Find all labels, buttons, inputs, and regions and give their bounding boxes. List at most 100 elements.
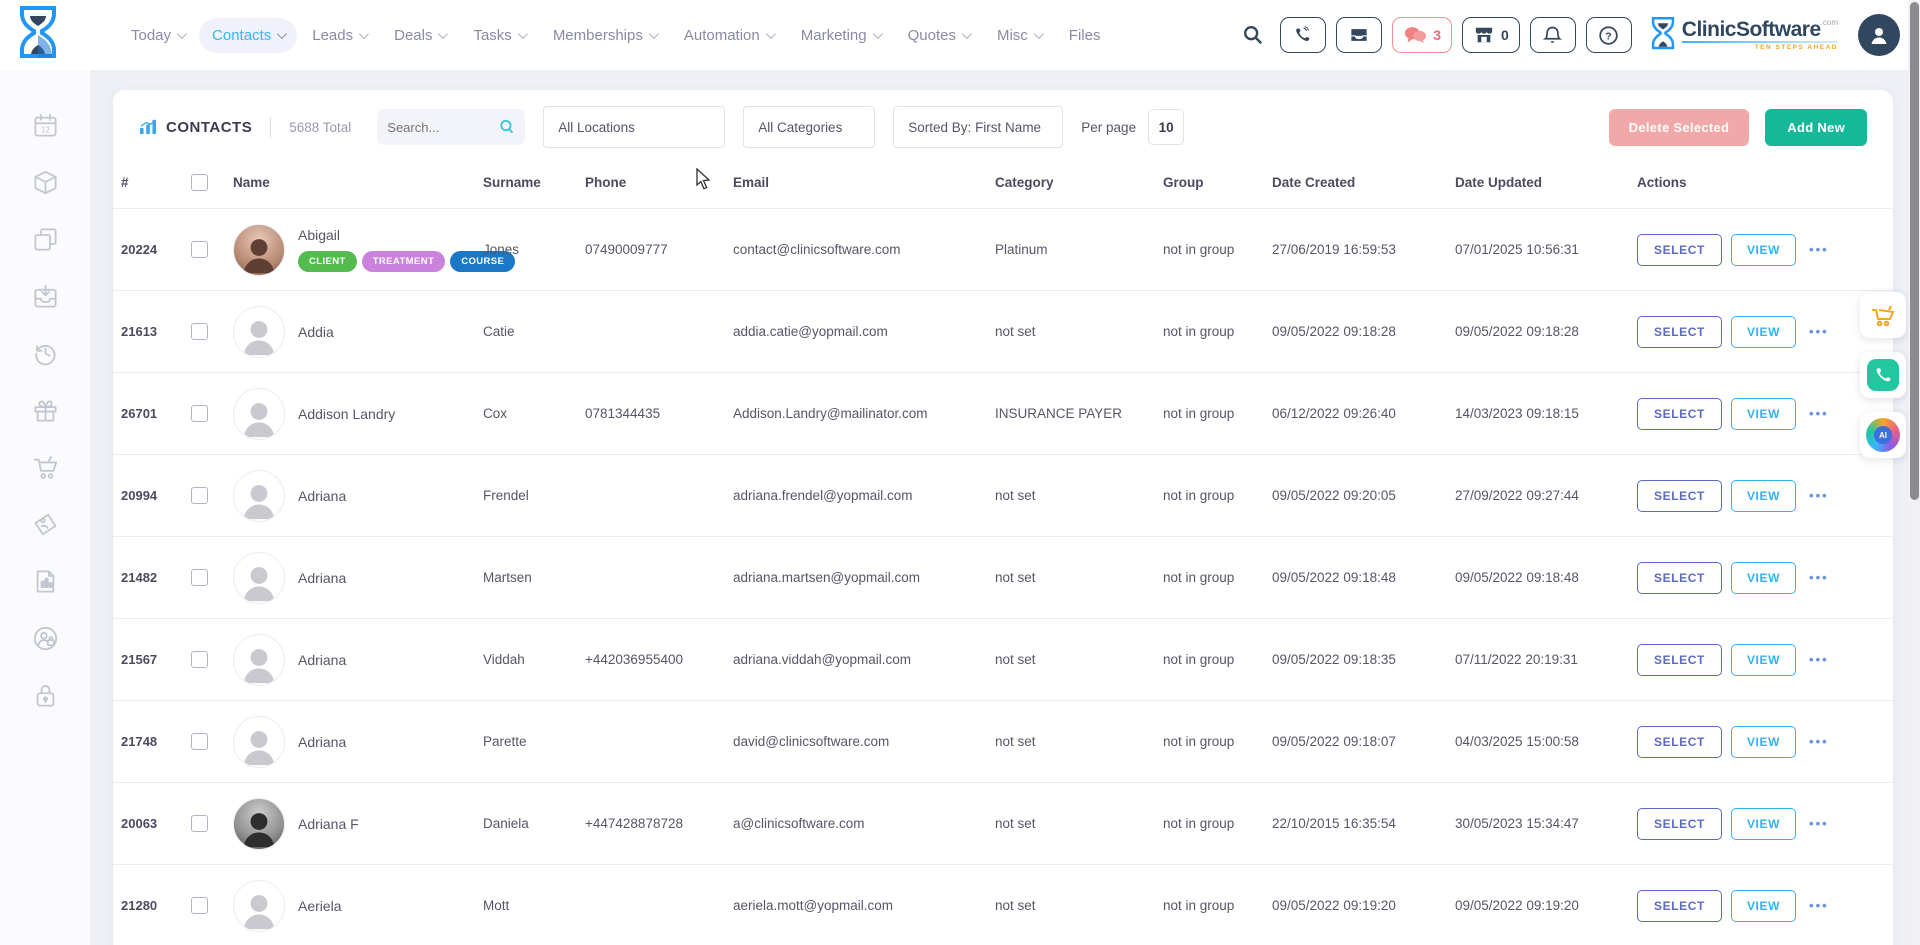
view-button[interactable]: VIEW [1731,398,1796,430]
cart-widget[interactable] [1860,292,1906,338]
chevron-down-icon [962,29,972,39]
row-checkbox[interactable] [191,405,208,422]
select-all-checkbox[interactable] [191,174,208,191]
chevron-down-icon [1034,29,1044,39]
row-checkbox[interactable] [191,733,208,750]
delete-selected-button[interactable]: Delete Selected [1609,109,1750,146]
search-icon[interactable] [1238,20,1268,50]
report-icon[interactable] [32,568,59,595]
row-checkbox[interactable] [191,815,208,832]
lock-icon[interactable] [32,682,59,709]
app-logo-hourglass-icon[interactable] [18,6,58,64]
nav-item-deals[interactable]: Deals [381,18,458,53]
inbox-button[interactable] [1336,17,1382,53]
contact-name[interactable]: Adriana F [298,816,359,832]
chat-button[interactable]: 3 [1392,17,1452,53]
more-actions-icon[interactable]: ••• [1809,488,1829,503]
nav-item-label: Memberships [553,27,643,44]
more-actions-icon[interactable]: ••• [1809,898,1829,913]
view-button[interactable]: VIEW [1731,316,1796,348]
view-button[interactable]: VIEW [1731,890,1796,922]
search-input[interactable] [387,120,498,135]
select-button[interactable]: SELECT [1637,726,1722,758]
name-cell: Addia [233,297,483,367]
select-button[interactable]: SELECT [1637,644,1722,676]
view-button[interactable]: VIEW [1731,726,1796,758]
user-badge-icon[interactable] [32,625,59,652]
contact-name[interactable]: Adriana [298,652,346,668]
col-header-surname: Surname [483,175,585,190]
row-checkbox[interactable] [191,241,208,258]
date-updated: 14/03/2023 09:18:15 [1455,406,1637,421]
contact-name[interactable]: Adriana [298,488,346,504]
contact-name[interactable]: Adriana [298,734,346,750]
scrollbar-thumb[interactable] [1910,2,1919,500]
more-actions-icon[interactable]: ••• [1809,324,1829,339]
divider [270,117,271,137]
row-checkbox[interactable] [191,569,208,586]
select-button[interactable]: SELECT [1637,480,1722,512]
contact-name[interactable]: Addia [298,324,334,340]
tag-icon[interactable] [32,511,59,538]
sort-filter[interactable]: Sorted By: First Name [893,106,1063,148]
actions-cell: SELECT VIEW ••• [1637,234,1893,266]
more-actions-icon[interactable]: ••• [1809,406,1829,421]
contact-phone: +447428878728 [585,816,733,831]
scrollbar-track[interactable] [1908,0,1920,945]
contact-name[interactable]: Addison Landry [298,406,395,422]
nav-item-files[interactable]: Files [1056,18,1114,53]
per-page-value[interactable]: 10 [1148,109,1184,145]
select-button[interactable]: SELECT [1637,562,1722,594]
search-submit-icon[interactable] [498,117,515,137]
nav-item-automation[interactable]: Automation [671,18,786,53]
row-checkbox[interactable] [191,897,208,914]
contact-name[interactable]: Abigail [298,227,515,243]
contact-name[interactable]: Aeriela [298,898,342,914]
select-button[interactable]: SELECT [1637,890,1722,922]
basket-button[interactable]: 0 [1462,17,1520,53]
more-actions-icon[interactable]: ••• [1809,570,1829,585]
contact-name[interactable]: Adriana [298,570,346,586]
category-filter[interactable]: All Categories [743,106,875,148]
date-updated: 30/05/2023 15:34:47 [1455,816,1637,831]
view-button[interactable]: VIEW [1731,808,1796,840]
view-button[interactable]: VIEW [1731,562,1796,594]
more-actions-icon[interactable]: ••• [1809,734,1829,749]
calendar-icon[interactable]: 12 [32,112,59,139]
select-button[interactable]: SELECT [1637,234,1722,266]
row-checkbox[interactable] [191,487,208,504]
notifications-button[interactable] [1530,17,1576,53]
copy-icon[interactable] [32,226,59,253]
whatsapp-widget[interactable] [1860,352,1906,398]
view-button[interactable]: VIEW [1731,480,1796,512]
row-checkbox[interactable] [191,651,208,668]
nav-item-contacts[interactable]: Contacts [199,18,297,53]
location-filter[interactable]: All Locations [543,106,725,148]
row-checkbox[interactable] [191,323,208,340]
nav-item-leads[interactable]: Leads [299,18,379,53]
intray-icon[interactable] [32,283,59,310]
nav-item-today[interactable]: Today [118,18,197,53]
add-new-button[interactable]: Add New [1765,109,1867,146]
nav-item-quotes[interactable]: Quotes [895,18,982,53]
nav-item-memberships[interactable]: Memberships [540,18,669,53]
cart-icon[interactable] [32,454,59,481]
nav-item-misc[interactable]: Misc [984,18,1054,53]
ai-widget[interactable]: AI [1860,412,1906,458]
phone-button[interactable] [1280,17,1326,53]
nav-item-marketing[interactable]: Marketing [788,18,893,53]
select-button[interactable]: SELECT [1637,808,1722,840]
gift-icon[interactable] [32,397,59,424]
nav-item-tasks[interactable]: Tasks [460,18,537,53]
select-button[interactable]: SELECT [1637,398,1722,430]
package-icon[interactable] [32,169,59,196]
history-icon[interactable] [32,340,59,367]
user-avatar[interactable] [1858,14,1900,56]
help-button[interactable]: ? [1586,17,1632,53]
view-button[interactable]: VIEW [1731,234,1796,266]
more-actions-icon[interactable]: ••• [1809,816,1829,831]
more-actions-icon[interactable]: ••• [1809,242,1829,257]
select-button[interactable]: SELECT [1637,316,1722,348]
more-actions-icon[interactable]: ••• [1809,652,1829,667]
view-button[interactable]: VIEW [1731,644,1796,676]
